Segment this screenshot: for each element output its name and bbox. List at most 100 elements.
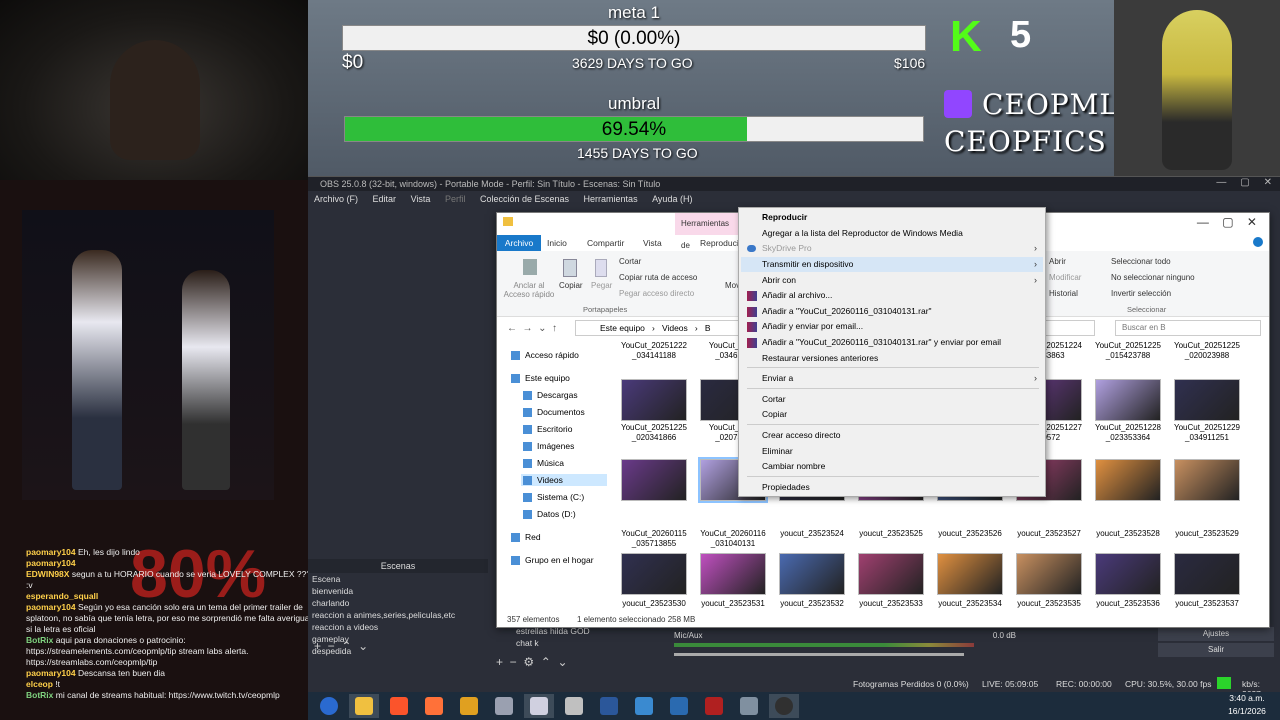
video-thumbnail[interactable] [1095,553,1161,595]
context-menu-item[interactable]: Eliminar [762,446,793,456]
app-icon[interactable] [489,694,519,718]
context-menu-item[interactable]: Enviar a [762,373,793,383]
video-thumbnail[interactable] [1174,459,1240,501]
scene-item[interactable]: bienvenida [308,585,488,597]
menu-coleccion[interactable]: Colección de Escenas [480,194,569,204]
clock-time[interactable]: 3:40 a.m. [1222,693,1272,703]
video-thumbnail[interactable] [621,553,687,595]
app4-icon[interactable] [734,694,764,718]
video-thumbnail[interactable] [779,553,845,595]
nav-item[interactable]: Videos [521,474,607,487]
settings-button[interactable]: Ajustes [1158,627,1274,641]
nav-item[interactable]: Grupo en el hogar [509,554,607,566]
nav-item[interactable]: Documentos [521,406,607,418]
select-none-button[interactable]: No seleccionar ninguno [1111,273,1195,282]
scene-item[interactable]: reaccion a animes,series,peliculas,etc [308,609,488,621]
tab-vista[interactable]: Vista [643,238,662,248]
volume-slider[interactable] [674,653,964,656]
breadcrumb-item[interactable]: Este equipo [600,323,645,333]
word-icon[interactable] [594,694,624,718]
source-item[interactable]: chat k [496,637,666,649]
app2-icon[interactable] [629,694,659,718]
obs-studio-icon[interactable] [769,694,799,718]
firefox-icon[interactable] [419,694,449,718]
nav-item[interactable]: Red [509,531,607,543]
nav-item[interactable]: Escritorio [521,423,607,435]
video-thumbnail[interactable] [621,459,687,501]
tab-reproducir[interactable]: Reproducir [700,238,742,248]
scene-controls[interactable]: + − ⌃ ⌄ [314,639,368,653]
menu-vista[interactable]: Vista [411,194,431,204]
context-menu-item[interactable]: SkyDrive Pro [762,243,812,253]
start-icon[interactable] [314,694,344,718]
video-thumbnail[interactable] [858,553,924,595]
context-menu-item[interactable]: Abrir con [762,275,796,285]
invert-selection-button[interactable]: Invertir selección [1111,289,1171,298]
help-icon[interactable] [1253,237,1263,247]
context-menu-item[interactable]: Propiedades [762,482,810,492]
video-thumbnail[interactable] [700,553,766,595]
context-menu-item[interactable]: Añadir y enviar por email... [762,321,863,331]
context-menu-item[interactable]: Añadir a "YouCut_20260116_031040131.rar" [762,306,932,316]
nav-item[interactable]: Este equipo [509,372,607,384]
brave-icon[interactable] [384,694,414,718]
media-player-icon[interactable] [454,694,484,718]
tab-archivo[interactable]: Archivo [497,235,541,251]
cut-button[interactable]: Cortar [619,257,641,266]
nav-item[interactable]: Acceso rápido [509,349,607,361]
breadcrumb-item[interactable]: Videos [662,323,688,333]
video-thumbnail[interactable] [1174,553,1240,595]
menu-perfil[interactable]: Perfil [445,194,466,204]
context-menu-item[interactable]: Reproducir [762,212,807,222]
video-thumbnail[interactable] [1095,379,1161,421]
obs-window-controls[interactable]: — ▢ ✕ [1216,177,1272,188]
select-all-button[interactable]: Seleccionar todo [1111,257,1171,266]
tab-compartir[interactable]: Compartir [587,238,624,248]
open-button[interactable]: Abrir [1049,257,1066,266]
nav-item[interactable]: Datos (D:) [521,508,607,520]
video-thumbnail[interactable] [1016,553,1082,595]
modify-button[interactable]: Modificar [1049,273,1081,282]
context-menu-item[interactable]: Transmitir en dispositivo [762,259,853,269]
nav-item[interactable]: Música [521,457,607,469]
obs-icon[interactable] [524,694,554,718]
source-controls[interactable]: + − ⚙ ⌃ ⌄ [496,655,568,669]
video-thumbnail[interactable] [1095,459,1161,501]
nav-buttons[interactable]: ← → ⌄ ↑ [507,323,557,334]
context-menu-item[interactable]: Agregar a la lista del Reproductor de Wi… [762,228,963,238]
menu-ayuda[interactable]: Ayuda (H) [652,194,692,204]
copy-path-button[interactable]: Copiar ruta de acceso [619,273,697,282]
context-menu-item[interactable]: Añadir al archivo... [762,290,832,300]
file-explorer-icon[interactable] [349,694,379,718]
explorer-window-controls[interactable]: — ▢ ✕ [1197,215,1257,229]
history-button[interactable]: Historial [1049,289,1078,298]
video-thumbnail[interactable] [621,379,687,421]
video-thumbnail[interactable] [937,553,1003,595]
menu-archivo[interactable]: Archivo (F) [314,194,358,204]
flash-icon[interactable] [699,694,729,718]
breadcrumb-item[interactable]: B [705,323,711,333]
context-menu-item[interactable]: Añadir a "YouCut_20260116_031040131.rar"… [762,337,1001,347]
context-menu-item[interactable]: Crear acceso directo [762,430,840,440]
paste-shortcut-button[interactable]: Pegar acceso directo [619,289,694,298]
nav-item[interactable]: Descargas [521,389,607,401]
context-menu-item[interactable]: Restaurar versiones anteriores [762,353,878,363]
search-input[interactable]: Buscar en B [1115,320,1261,336]
menu-editar[interactable]: Editar [373,194,397,204]
clock-date[interactable]: 16/1/2026 [1222,706,1272,716]
pin-quick-access-button[interactable]: Anclar al Acceso rápido [503,281,555,299]
app3-icon[interactable] [664,694,694,718]
scene-item[interactable]: reaccion a videos [308,621,488,633]
nav-item[interactable]: Sistema (C:) [521,491,607,503]
scene-item[interactable]: Escena [308,573,488,585]
tab-inicio[interactable]: Inicio [547,238,567,248]
context-menu-item[interactable]: Copiar [762,409,787,419]
paste-button[interactable]: Pegar [591,281,612,290]
exit-button[interactable]: Salir [1158,643,1274,657]
menu-herramientas[interactable]: Herramientas [584,194,638,204]
nav-item[interactable]: Imágenes [521,440,607,452]
context-menu-item[interactable]: Cambiar nombre [762,461,825,471]
video-thumbnail[interactable] [1174,379,1240,421]
scene-item[interactable]: charlando [308,597,488,609]
copy-button[interactable]: Copiar [559,281,583,290]
